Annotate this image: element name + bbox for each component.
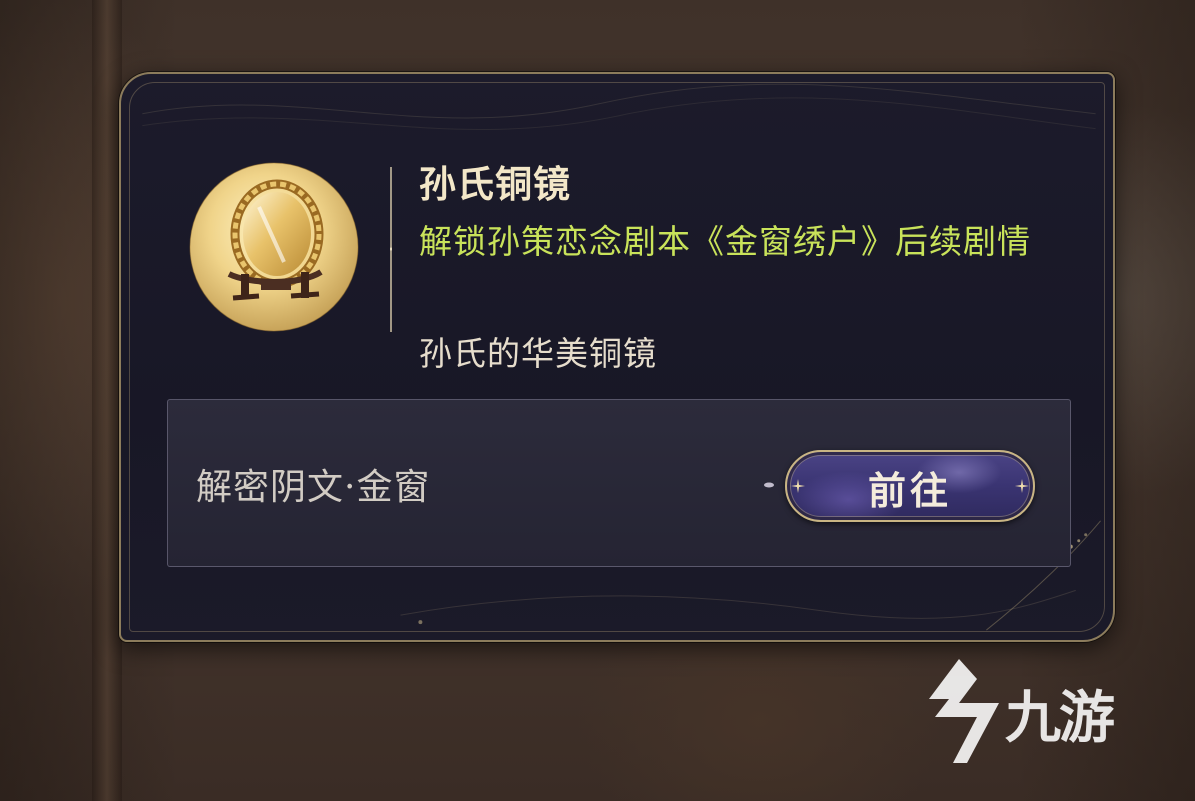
source-label: 解密阴文·金窗 (196, 467, 431, 508)
watermark: 九游 (915, 655, 1175, 770)
item-name: 孙氏铜镜 (419, 162, 571, 206)
item-description: 孙氏的华美铜镜 (419, 334, 657, 373)
item-detail-popup: 孙氏铜镜 解锁孙策恋念剧本《金窗绣户》后续剧情 孙氏的华美铜镜 解密阴文·金窗 … (119, 72, 1115, 642)
watermark-text: 九游 (1005, 686, 1115, 751)
background-pillar (92, 0, 122, 801)
jiuyou-logo-icon (929, 659, 999, 763)
source-connector-line (496, 482, 774, 488)
goto-button-label: 前往 (867, 468, 952, 513)
item-effect-text: 解锁孙策恋念剧本《金窗绣户》后续剧情 (419, 222, 1031, 261)
source-panel: 解密阴文·金窗 前往 (167, 399, 1071, 567)
title-divider (390, 167, 392, 332)
bronze-mirror-icon (189, 162, 359, 332)
goto-button[interactable]: 前往 (785, 450, 1035, 522)
